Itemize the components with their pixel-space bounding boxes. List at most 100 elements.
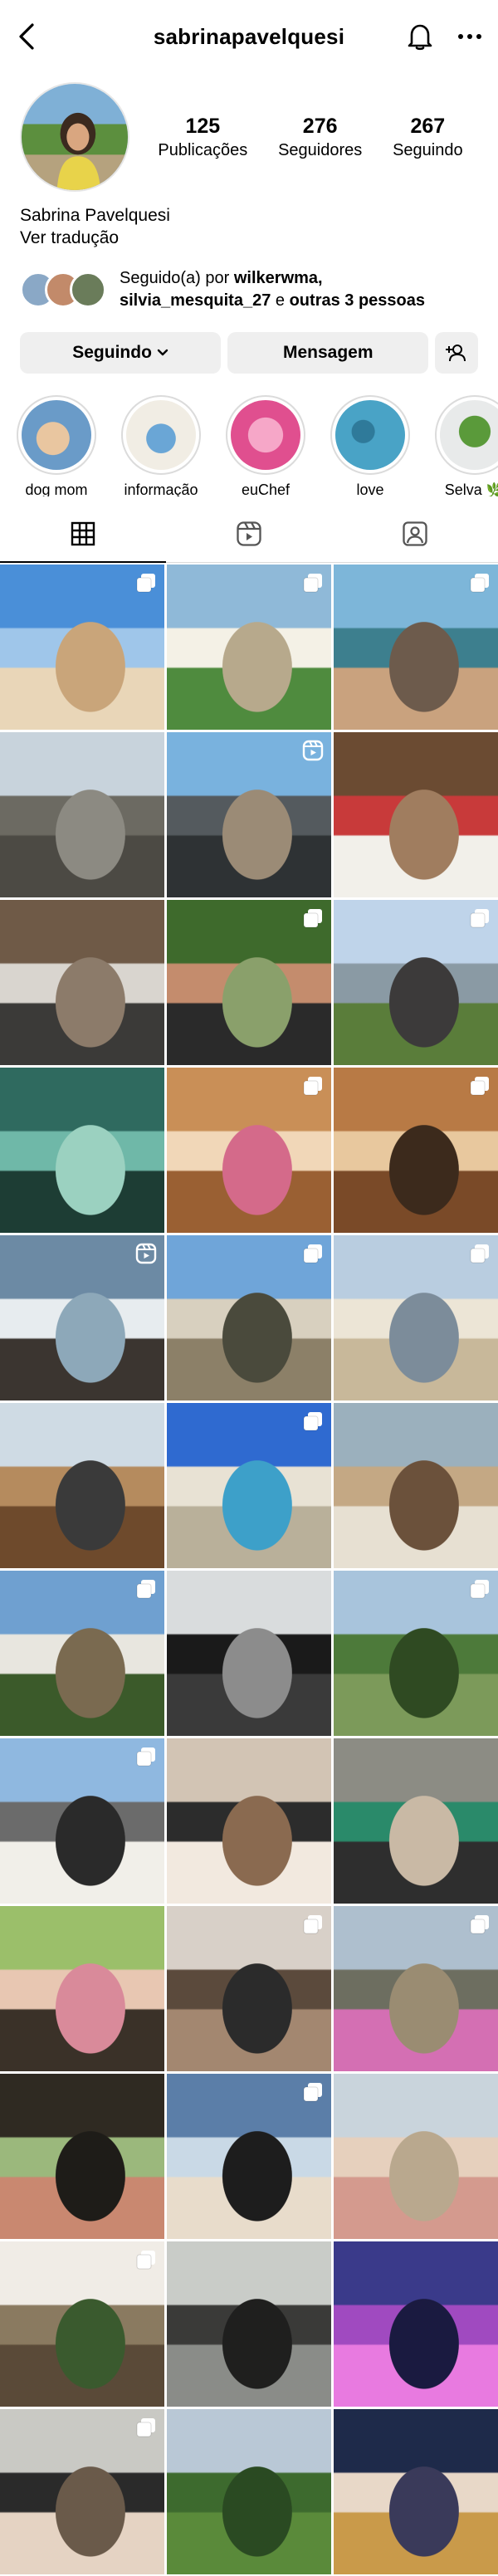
- post-thumbnail[interactable]: [0, 2074, 164, 2239]
- profile-actions: Seguindo Mensagem: [0, 312, 498, 374]
- post-thumbnail[interactable]: [0, 2409, 164, 2574]
- post-thumbnail[interactable]: [167, 1906, 331, 2071]
- carousel-icon: [469, 1243, 491, 1264]
- carousel-icon: [135, 572, 157, 594]
- post-image: [0, 1068, 164, 1233]
- highlight-label: informação: [124, 481, 198, 496]
- post-thumbnail[interactable]: [334, 2409, 498, 2574]
- profile-tabs: [0, 505, 498, 563]
- carousel-icon: [469, 1578, 491, 1600]
- post-thumbnail[interactable]: [334, 732, 498, 897]
- posts-grid: [0, 563, 498, 2574]
- chevron-left-icon[interactable]: [10, 20, 43, 53]
- post-image: [167, 1738, 331, 1904]
- highlight-euchef[interactable]: euChef: [226, 395, 305, 496]
- post-thumbnail[interactable]: [334, 565, 498, 730]
- post-thumbnail[interactable]: [0, 2241, 164, 2407]
- followed-by-avatars: [20, 270, 110, 310]
- post-thumbnail[interactable]: [0, 1738, 164, 1904]
- post-thumbnail[interactable]: [167, 2409, 331, 2574]
- highlight-label: euChef: [241, 481, 290, 496]
- followed-by[interactable]: Seguido(a) por wilkerwma, silvia_mesquit…: [0, 249, 498, 312]
- post-thumbnail[interactable]: [167, 1235, 331, 1400]
- post-thumbnail[interactable]: [334, 2074, 498, 2239]
- carousel-icon: [302, 2081, 324, 2103]
- highlight-cover: [226, 395, 305, 475]
- post-thumbnail[interactable]: [0, 565, 164, 730]
- see-translation-link[interactable]: Ver tradução: [20, 227, 478, 249]
- profile-bio: Sabrina Pavelquesi Ver tradução: [0, 198, 498, 249]
- post-thumbnail[interactable]: [0, 1906, 164, 2071]
- stat-followers-label: Seguidores: [278, 140, 363, 159]
- followed-by-text: Seguido(a) por wilkerwma, silvia_mesquit…: [120, 267, 425, 312]
- profile-header: 125 Publicações 276 Seguidores 267 Segui…: [0, 73, 498, 198]
- post-thumbnail[interactable]: [0, 732, 164, 897]
- post-thumbnail[interactable]: [167, 732, 331, 897]
- reels-icon: [237, 521, 261, 546]
- stat-following-count: 267: [410, 114, 446, 138]
- highlight-dog-mom[interactable]: dog mom: [17, 395, 96, 496]
- post-thumbnail[interactable]: [334, 1068, 498, 1233]
- highlight-informacao[interactable]: informação: [121, 395, 201, 496]
- carousel-icon: [302, 1410, 324, 1432]
- profile-username: sabrinapavelquesi: [153, 23, 345, 49]
- post-image: [167, 1571, 331, 1736]
- post-thumbnail[interactable]: [167, 1068, 331, 1233]
- post-thumbnail[interactable]: [167, 565, 331, 730]
- post-thumbnail[interactable]: [167, 2241, 331, 2407]
- highlight-cover: [121, 395, 201, 475]
- stat-following[interactable]: 267 Seguindo: [393, 115, 463, 160]
- post-image: [0, 2074, 164, 2239]
- post-thumbnail[interactable]: [0, 1571, 164, 1736]
- bell-icon[interactable]: [402, 18, 438, 55]
- post-image: [334, 2409, 498, 2574]
- post-image: [0, 1906, 164, 2071]
- tagged-icon: [403, 521, 427, 546]
- stat-posts[interactable]: 125 Publicações: [158, 115, 247, 160]
- post-thumbnail[interactable]: [167, 900, 331, 1065]
- post-thumbnail[interactable]: [334, 1738, 498, 1904]
- followed-others-link[interactable]: outras 3 pessoas: [290, 291, 425, 310]
- carousel-icon: [302, 907, 324, 929]
- post-thumbnail[interactable]: [167, 1738, 331, 1904]
- message-button[interactable]: Mensagem: [227, 332, 429, 374]
- post-thumbnail[interactable]: [0, 900, 164, 1065]
- tab-reels[interactable]: [166, 505, 332, 562]
- highlight-love[interactable]: love: [330, 395, 410, 496]
- profile-display-name: Sabrina Pavelquesi: [20, 206, 170, 225]
- post-thumbnail[interactable]: [167, 1403, 331, 1568]
- highlight-label: Selva 🌿: [444, 481, 498, 496]
- reel-icon: [302, 740, 324, 761]
- followed-user-link[interactable]: wilkerwma,: [234, 269, 323, 287]
- tab-posts-grid[interactable]: [0, 505, 166, 563]
- carousel-icon: [135, 2417, 157, 2438]
- post-thumbnail[interactable]: [334, 1235, 498, 1400]
- highlight-cover: [17, 395, 96, 475]
- more-horizontal-icon[interactable]: [452, 18, 488, 55]
- carousel-icon: [469, 1914, 491, 1935]
- following-button[interactable]: Seguindo: [20, 332, 222, 374]
- stat-followers[interactable]: 276 Seguidores: [278, 115, 362, 160]
- post-thumbnail[interactable]: [167, 2074, 331, 2239]
- post-image: [0, 732, 164, 897]
- highlight-selva[interactable]: Selva 🌿: [435, 395, 498, 496]
- post-thumbnail[interactable]: [0, 1235, 164, 1400]
- post-thumbnail[interactable]: [0, 1403, 164, 1568]
- post-image: [167, 2409, 331, 2574]
- post-thumbnail[interactable]: [0, 1068, 164, 1233]
- post-thumbnail[interactable]: [167, 1571, 331, 1736]
- profile-stats: 125 Publicações 276 Seguidores 267 Segui…: [143, 115, 478, 160]
- avatar[interactable]: [20, 82, 129, 192]
- add-user-button[interactable]: [435, 332, 478, 374]
- carousel-icon: [469, 572, 491, 594]
- followed-user-link[interactable]: silvia_mesquita_27: [120, 291, 271, 310]
- post-thumbnail[interactable]: [334, 1571, 498, 1736]
- post-image: [334, 2241, 498, 2407]
- highlight-cover: [330, 395, 410, 475]
- tab-tagged[interactable]: [332, 505, 498, 562]
- post-thumbnail[interactable]: [334, 900, 498, 1065]
- post-thumbnail[interactable]: [334, 2241, 498, 2407]
- post-thumbnail[interactable]: [334, 1906, 498, 2071]
- post-thumbnail[interactable]: [334, 1403, 498, 1568]
- carousel-icon: [302, 1243, 324, 1264]
